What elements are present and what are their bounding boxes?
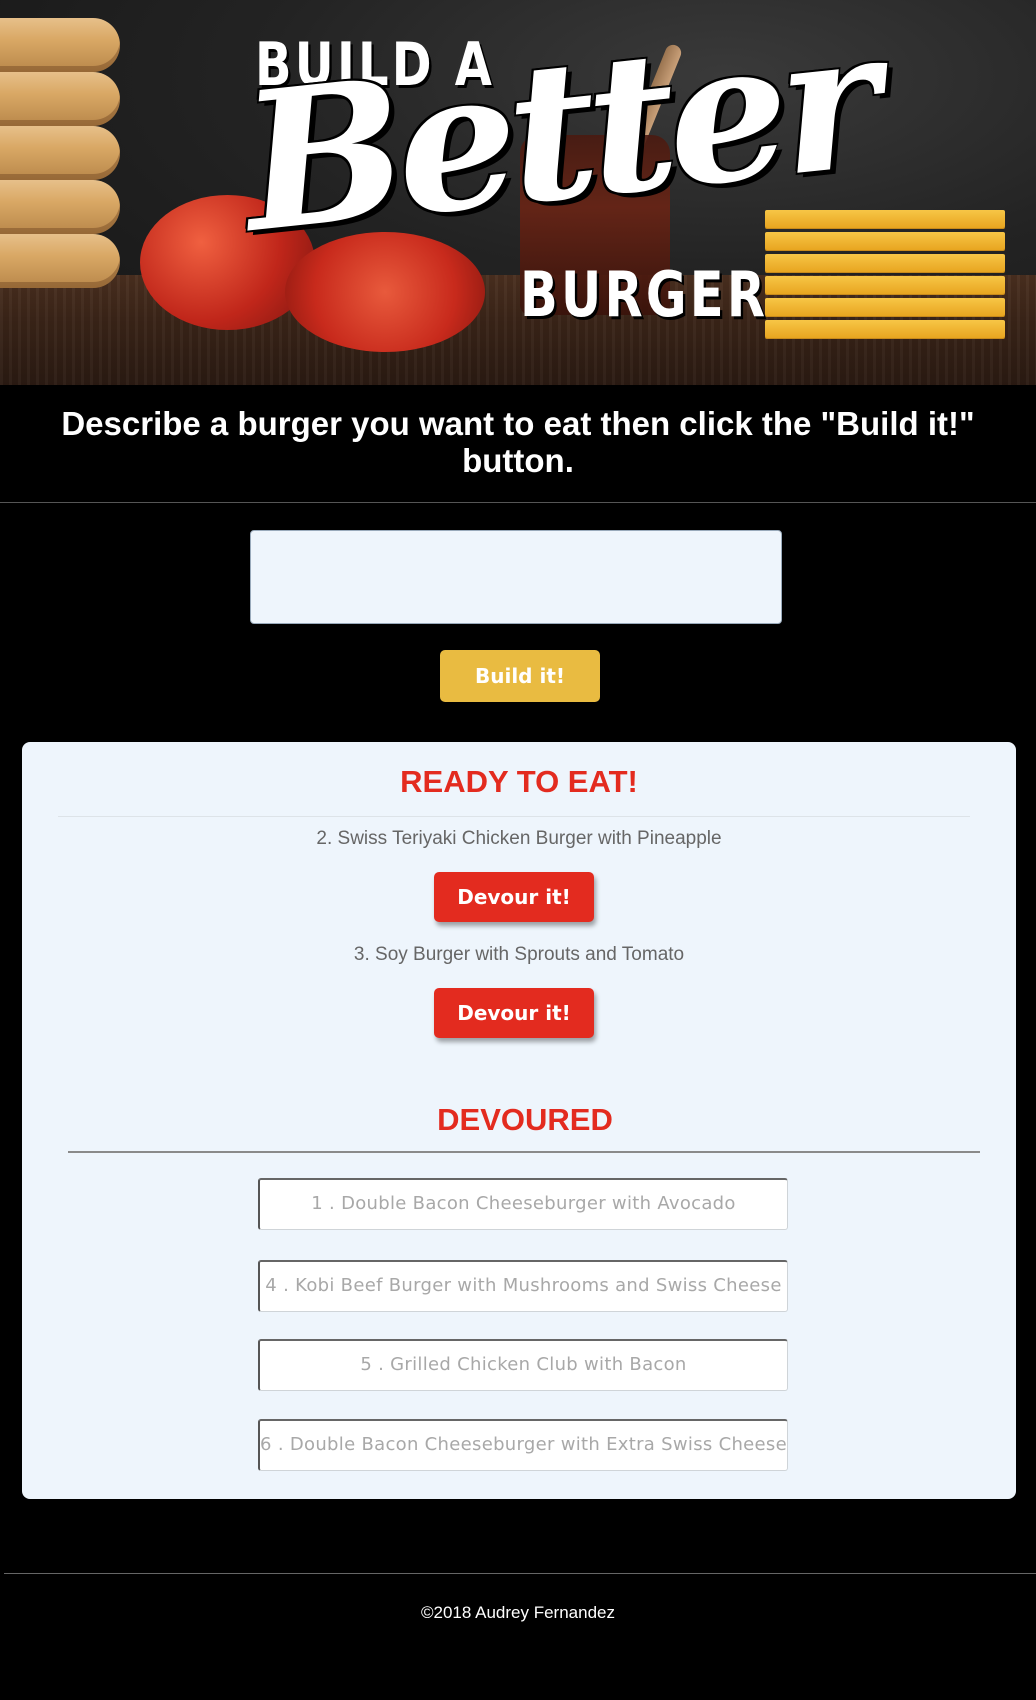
build-it-button[interactable]: Build it! — [440, 650, 600, 702]
devour-button[interactable]: Devour it! — [434, 988, 594, 1038]
ready-item-text: 3. Soy Burger with Sprouts and Tomato — [353, 944, 685, 965]
devoured-heading: DEVOURED — [437, 1102, 613, 1137]
footer-copyright: ©2018 Audrey Fernandez — [421, 1603, 615, 1622]
footer-divider — [4, 1573, 1036, 1574]
cheese-slice — [765, 320, 1005, 338]
divider — [68, 1151, 980, 1153]
burger-name-input[interactable] — [250, 530, 782, 624]
devoured-item: 4 . Kobi Beef Burger with Mushrooms and … — [258, 1260, 788, 1312]
devour-button[interactable]: Devour it! — [434, 872, 594, 922]
devoured-item: 5 . Grilled Chicken Club with Bacon — [258, 1339, 788, 1391]
bun-slice — [0, 126, 120, 180]
bun-slice — [0, 72, 120, 126]
cheese-slice — [765, 276, 1005, 294]
bun-slice — [0, 18, 120, 72]
cheese-slice — [765, 254, 1005, 272]
ready-to-eat-heading: READY TO EAT! — [400, 764, 638, 799]
cheese-slice — [765, 232, 1005, 250]
logo-burger: BURGER — [520, 258, 769, 331]
divider — [0, 502, 1036, 503]
devoured-item: 1 . Double Bacon Cheeseburger with Avoca… — [258, 1178, 788, 1230]
bun-slice — [0, 234, 120, 288]
bun-slice — [0, 180, 120, 234]
divider — [58, 816, 970, 817]
hero-banner: BUILD A Better BURGER — [0, 0, 1036, 385]
instruction-heading: Describe a burger you want to eat then c… — [61, 405, 975, 479]
cheese-slice — [765, 298, 1005, 316]
burgers-panel: READY TO EAT! 2. Swiss Teriyaki Chicken … — [22, 742, 1016, 1499]
devoured-item: 6 . Double Bacon Cheeseburger with Extra… — [258, 1419, 788, 1471]
ready-item-text: 2. Swiss Teriyaki Chicken Burger with Pi… — [316, 828, 722, 849]
